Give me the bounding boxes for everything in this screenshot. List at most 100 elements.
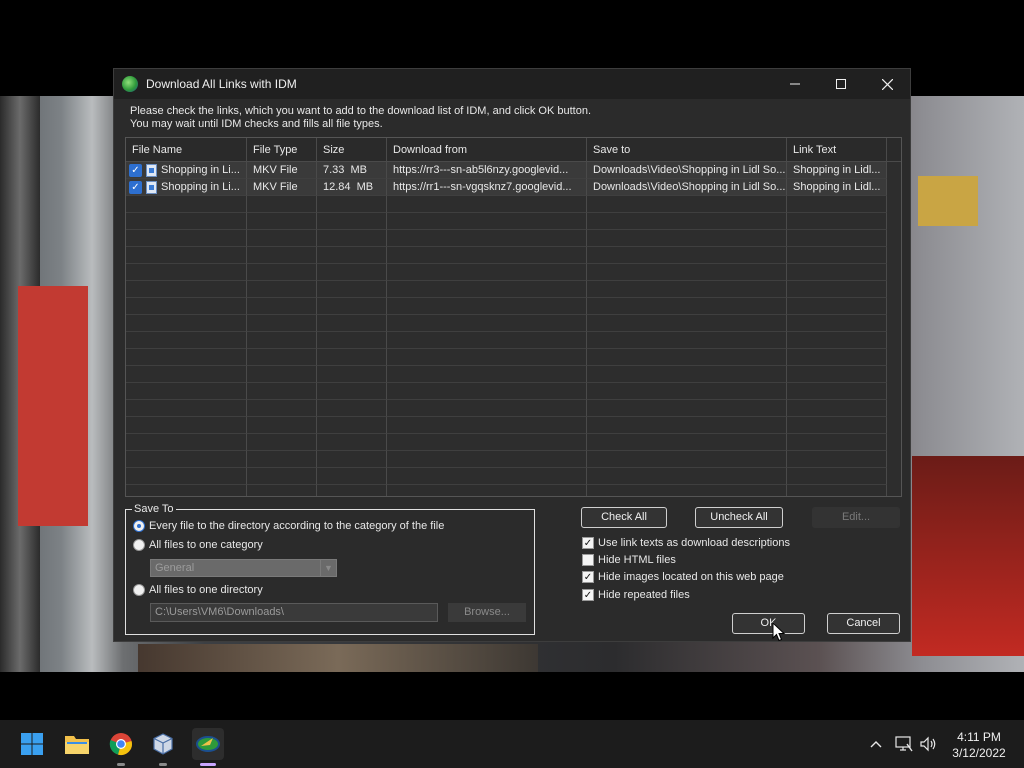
- row-checkbox[interactable]: ✓: [129, 180, 142, 194]
- option-hide-html[interactable]: Hide HTML files: [582, 554, 676, 566]
- empty-cell: [317, 400, 387, 417]
- empty-cell: [787, 468, 887, 485]
- empty-cell: [247, 264, 317, 281]
- radio-one-category-label: All files to one category: [149, 539, 263, 551]
- column-header-file-type[interactable]: File Type: [247, 138, 317, 162]
- empty-cell: [787, 247, 887, 264]
- empty-cell: [387, 196, 587, 213]
- volume-icon[interactable]: [918, 720, 940, 768]
- empty-cell: [387, 468, 587, 485]
- column-header-save-to[interactable]: Save to: [587, 138, 787, 162]
- checkbox-checked[interactable]: ✓: [582, 589, 594, 601]
- radio-button-selected[interactable]: [133, 520, 145, 532]
- chrome-icon[interactable]: [105, 728, 137, 766]
- option-hide-repeated[interactable]: ✓ Hide repeated files: [582, 589, 690, 601]
- empty-cell: [317, 332, 387, 349]
- idm-icon[interactable]: [192, 728, 224, 766]
- radio-button[interactable]: [133, 584, 145, 596]
- empty-cell: [247, 468, 317, 485]
- empty-cell: [247, 230, 317, 247]
- show-hidden-icons-chevron-icon[interactable]: [866, 720, 886, 768]
- radio-one-directory[interactable]: All files to one directory: [133, 584, 263, 596]
- instructions: Please check the links, which you want t…: [130, 105, 591, 131]
- empty-cell: [317, 383, 387, 400]
- network-icon[interactable]: [893, 720, 915, 768]
- running-indicator: [159, 763, 167, 766]
- empty-cell: [387, 298, 587, 315]
- empty-cell: [787, 196, 887, 213]
- empty-table-row: [126, 451, 901, 468]
- uncheck-all-button[interactable]: Uncheck All: [695, 507, 783, 528]
- mouse-cursor-icon: [772, 622, 786, 642]
- empty-cell: [787, 383, 887, 400]
- option-hide-images[interactable]: ✓ Hide images located on this web page: [582, 571, 784, 583]
- checkbox-unchecked[interactable]: [582, 554, 594, 566]
- radio-button[interactable]: [133, 539, 145, 551]
- empty-table-row: [126, 315, 901, 332]
- empty-cell: [317, 281, 387, 298]
- empty-table-row: [126, 485, 901, 496]
- empty-cell: [317, 298, 387, 315]
- ok-button[interactable]: OK: [732, 613, 805, 634]
- empty-cell: [787, 400, 887, 417]
- empty-cell: [247, 366, 317, 383]
- empty-cell: [126, 213, 247, 230]
- empty-cell: [587, 213, 787, 230]
- empty-cell: [587, 315, 787, 332]
- empty-cell: [126, 417, 247, 434]
- file-explorer-icon[interactable]: [61, 728, 93, 760]
- empty-cell: [247, 196, 317, 213]
- empty-cell: [317, 349, 387, 366]
- empty-cell: [387, 434, 587, 451]
- maximize-button[interactable]: [818, 69, 864, 99]
- close-button[interactable]: [864, 69, 910, 99]
- empty-cell: [317, 264, 387, 281]
- virtualbox-icon[interactable]: [147, 728, 179, 766]
- minimize-button[interactable]: [772, 69, 818, 99]
- links-table[interactable]: File Name File Type Size Download from S…: [125, 137, 902, 497]
- empty-cell: [126, 400, 247, 417]
- radio-one-directory-label: All files to one directory: [149, 584, 263, 596]
- table-row[interactable]: ✓ Shopping in Li... MKV File 7.33 MB htt…: [126, 162, 901, 179]
- checkbox-checked[interactable]: ✓: [582, 537, 594, 549]
- checkbox-checked[interactable]: ✓: [582, 571, 594, 583]
- link-text-cell: Shopping in Lidl...: [787, 162, 887, 179]
- empty-table-row: [126, 400, 901, 417]
- empty-cell: [247, 349, 317, 366]
- empty-cell: [587, 383, 787, 400]
- column-header-file-name[interactable]: File Name: [126, 138, 247, 162]
- column-header-link-text[interactable]: Link Text: [787, 138, 887, 162]
- empty-cell: [247, 298, 317, 315]
- empty-table-row: [126, 213, 901, 230]
- row-checkbox[interactable]: ✓: [129, 163, 142, 177]
- option-hide-html-label: Hide HTML files: [598, 554, 676, 566]
- column-header-size[interactable]: Size: [317, 138, 387, 162]
- system-clock[interactable]: 4:11 PM 3/12/2022: [944, 729, 1014, 761]
- option-use-link-texts[interactable]: ✓ Use link texts as download description…: [582, 537, 790, 549]
- table-row[interactable]: ✓ Shopping in Li... MKV File 12.84 MB ht…: [126, 179, 901, 196]
- maximize-icon: [836, 79, 846, 89]
- empty-cell: [787, 281, 887, 298]
- edit-button: Edit...: [812, 507, 900, 528]
- empty-table-row: [126, 196, 901, 213]
- size-cell: 12.84 MB: [317, 179, 387, 196]
- radio-one-category[interactable]: All files to one category: [133, 539, 263, 551]
- dialog-titlebar[interactable]: Download All Links with IDM: [114, 69, 910, 99]
- empty-cell: [126, 451, 247, 468]
- empty-cell: [126, 315, 247, 332]
- radio-category-directory[interactable]: Every file to the directory according to…: [133, 520, 444, 532]
- empty-cell: [387, 417, 587, 434]
- chevron-down-icon: ▼: [320, 560, 336, 576]
- empty-table-row: [126, 281, 901, 298]
- download-from-cell: https://rr3---sn-ab5l6nzy.googlevid...: [387, 162, 587, 179]
- empty-cell: [317, 213, 387, 230]
- empty-cell: [247, 417, 317, 434]
- column-header-download-from[interactable]: Download from: [387, 138, 587, 162]
- active-indicator: [200, 763, 216, 766]
- file-type-cell: MKV File: [247, 179, 317, 196]
- check-all-button[interactable]: Check All: [581, 507, 667, 528]
- empty-cell: [387, 247, 587, 264]
- windows-start-icon[interactable]: [16, 728, 48, 760]
- cancel-button[interactable]: Cancel: [827, 613, 900, 634]
- category-select: General ▼: [150, 559, 337, 577]
